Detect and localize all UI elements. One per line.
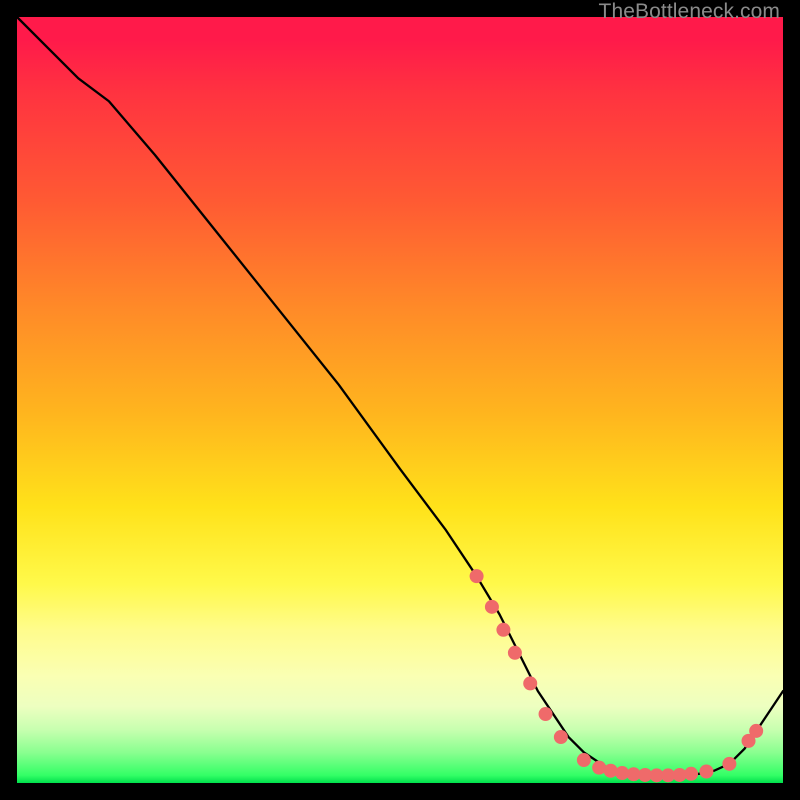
data-dot	[577, 753, 591, 767]
data-dot	[539, 707, 553, 721]
data-dot	[749, 724, 763, 738]
series-curve	[17, 17, 783, 775]
data-dot	[470, 569, 484, 583]
data-dot	[496, 623, 510, 637]
data-dot	[485, 600, 499, 614]
data-dot	[523, 676, 537, 690]
data-dot	[722, 757, 736, 771]
data-dot	[508, 646, 522, 660]
watermark-text: TheBottleneck.com	[599, 0, 780, 24]
data-dots	[470, 569, 764, 782]
data-dot	[554, 730, 568, 744]
data-dot	[699, 765, 713, 779]
plot-area	[17, 17, 783, 783]
chart-container: { "watermark": "TheBottleneck.com", "col…	[0, 0, 800, 800]
chart-svg	[17, 17, 783, 783]
data-dot	[684, 767, 698, 781]
